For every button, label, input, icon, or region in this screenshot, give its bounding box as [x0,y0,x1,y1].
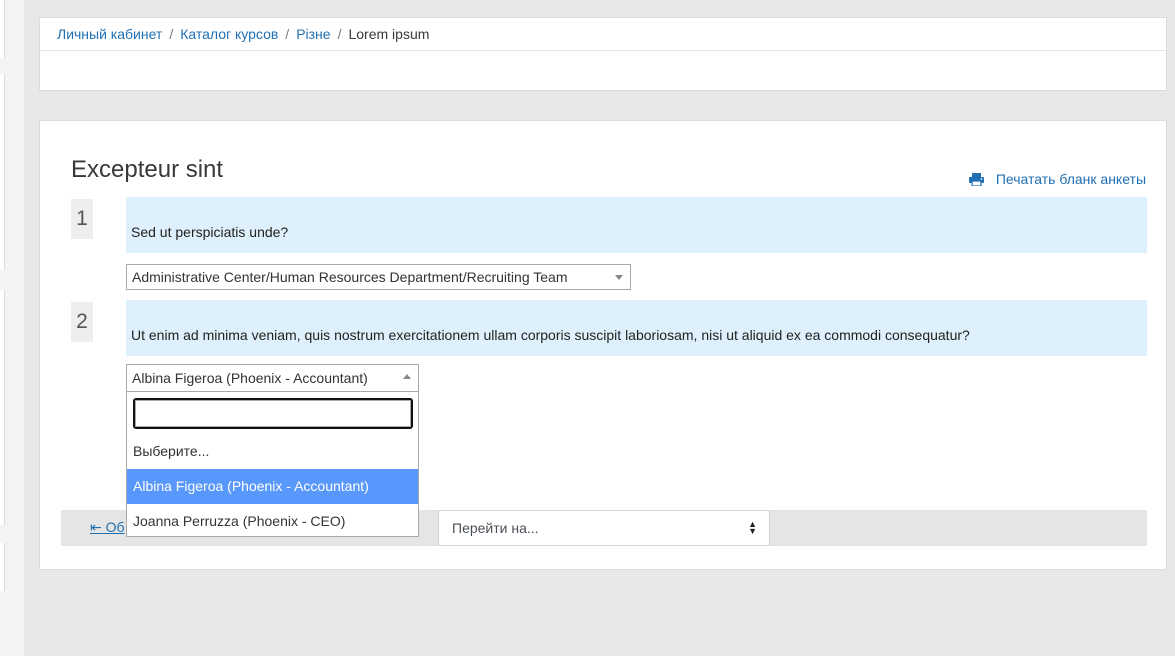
jump-to-label: Перейти на... [452,520,539,536]
breadcrumb-link-dashboard[interactable]: Личный кабинет [57,26,162,42]
breadcrumb: Личный кабинет / Каталог курсов / Різне / Lore… [40,18,1166,51]
breadcrumb-card: Личный кабинет / Каталог курсов / Різне / Lore… [39,17,1167,91]
arrow-left-icon: ⇤ [90,519,102,535]
question-2-selected-value: Albina Figeroa (Phoenix - Accountant) [132,370,368,386]
previous-activity-link[interactable]: ⇤ Об [90,519,125,536]
drawer-tab[interactable] [0,0,5,58]
dropdown-option[interactable]: Выберите... [127,434,418,469]
dropdown-search-input[interactable] [133,398,413,429]
feedback-form-card: Excepteur sint Печатать бланк анкеты 1 S… [39,120,1167,570]
drawer-tab[interactable] [0,543,5,591]
question-text: Ut enim ad minima veniam, quis nostrum e… [131,327,970,343]
print-form-label: Печатать бланк анкеты [995,171,1146,187]
jump-to-select[interactable]: Перейти на... ▲ ▼ [438,510,770,546]
question-1-select[interactable]: Administrative Center/Human Resources De… [126,264,631,290]
breadcrumb-link-category[interactable]: Різне [296,26,330,42]
printer-icon [968,172,984,186]
sort-arrows-icon: ▲ ▼ [748,519,757,536]
question-box: Ut enim ad minima veniam, quis nostrum e… [126,300,1147,356]
question-number: 1 [71,199,93,239]
breadcrumb-link-catalog[interactable]: Каталог курсов [180,26,278,42]
breadcrumb-separator: / [337,26,342,42]
left-drawer-strip [0,0,24,656]
print-form-link[interactable]: Печатать бланк анкеты [968,171,1146,187]
select-dropdown: Выберите... Albina Figeroa (Phoenix - Ac… [126,391,419,537]
previous-activity-label: Об [105,519,125,535]
dropdown-option[interactable]: Joanna Perruzza (Phoenix - CEO) [127,504,418,539]
question-text: Sed ut perspiciatis unde? [131,224,289,240]
drawer-tab[interactable] [0,290,5,525]
question-box: Sed ut perspiciatis unde? [126,197,1147,253]
dropdown-option-highlighted[interactable]: Albina Figeroa (Phoenix - Accountant) [127,469,418,504]
breadcrumb-current: Lorem ipsum [348,26,430,42]
question-number: 2 [71,302,93,342]
breadcrumb-separator: / [169,26,174,42]
question-1-selected-value: Administrative Center/Human Resources De… [132,269,568,285]
chevron-down-icon [615,275,623,280]
drawer-tab[interactable] [0,74,5,270]
question-2-select[interactable]: Albina Figeroa (Phoenix - Accountant) [126,364,419,391]
chevron-up-icon [403,374,411,379]
breadcrumb-separator: / [285,26,290,42]
page-title: Excepteur sint [71,156,224,183]
